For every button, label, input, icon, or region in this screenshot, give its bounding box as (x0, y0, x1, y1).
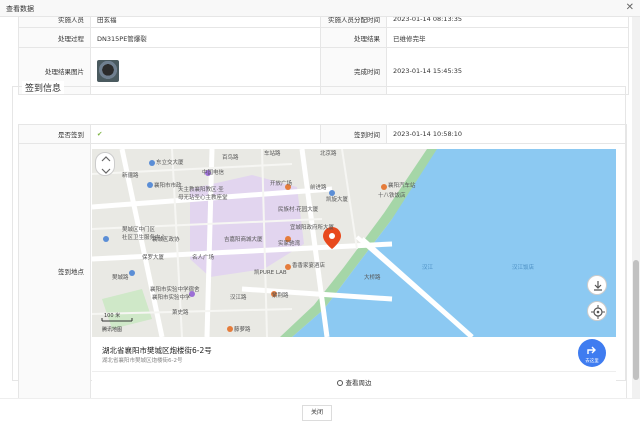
map-label: 中国电信 (202, 168, 225, 176)
map-label: 北京路 (320, 149, 337, 157)
process-value: DN315PE管爆裂 (90, 27, 321, 48)
map-download-button[interactable] (587, 275, 607, 295)
go-here-label: 去这里 (585, 359, 599, 364)
checkin-location-label: 签到地点 (18, 143, 91, 399)
map-label: 宜城阳政府所大厦 (290, 223, 335, 231)
map-label: 实家驰湾 (278, 239, 301, 247)
assign-time-label: 实施人员分配时间 (320, 17, 387, 28)
scrollbar-thumb[interactable] (633, 260, 639, 380)
vertical-scrollbar[interactable] (632, 17, 640, 398)
view-nearby-label: 查看周边 (345, 379, 372, 387)
process-info-table: 实施人员 田玄福 实施人员分配时间 2023-01-14 08:13:35 处理… (18, 17, 629, 95)
implementer-label: 实施人员 (18, 17, 91, 28)
table-row: 是否签到 ✔ 签到时间 2023-01-14 10:58:10 (18, 124, 627, 144)
result-value: 已维修完毕 (386, 27, 629, 48)
map-label: 母无玷圣心主教座堂 (178, 193, 228, 201)
address-title: 湖北省襄阳市樊城区炮楼街6-2号 (102, 346, 212, 355)
map-canvas: 车站路 北京路 中国电信 东立交大厦 襄阳市市政 新疆路 天主教襄阳教区·圣 母… (92, 149, 616, 337)
map-label: 开放广场 (270, 179, 293, 187)
map-label: 十八铁饭店 (378, 191, 406, 199)
dialog-titlebar: 查看数据 ✕ (0, 0, 640, 17)
map-label: 香香家宴酒店 (292, 261, 326, 269)
table-row: 处理过程 DN315PE管爆裂 处理结果 已维修完毕 (18, 27, 629, 48)
map-label: 襄阳市实验中学宿舍 (150, 285, 200, 293)
map-label: 前进路 (310, 183, 327, 191)
go-here-button[interactable]: 去这里 (578, 339, 606, 367)
close-icon[interactable]: ✕ (626, 2, 634, 13)
map-label: 名人广场 (192, 253, 215, 261)
dialog-title: 查看数据 (6, 5, 34, 13)
map-label: 新疆路 (122, 171, 139, 179)
download-icon (594, 281, 602, 291)
map-label: 百鸟路 (222, 153, 239, 161)
checkin-section-title: 签到信息 (22, 81, 65, 94)
map-label: 民族村·花园大厦 (278, 205, 319, 213)
implementer-value: 田玄福 (90, 17, 321, 28)
map-label: 保罗大厦 (142, 253, 165, 261)
map-label: 东立交大厦 (156, 158, 184, 166)
map-label: 天主教襄阳教区·圣 (178, 185, 224, 193)
search-icon (336, 380, 343, 386)
map-label: 樊城路 (112, 273, 129, 281)
checkin-time-label: 签到时间 (320, 124, 387, 144)
close-button[interactable]: 关闭 (302, 405, 332, 421)
map-label: 藤萝路 (234, 325, 251, 333)
map-attribution: 腾讯地图 (102, 326, 122, 333)
map-address-panel: 湖北省襄阳市樊城区炮楼街6-2号 湖北省襄阳市樊城区炮楼街6-2号 去这里 (92, 337, 616, 372)
map-scale-text: 100 米 (104, 312, 120, 319)
map-label: 汉江 (422, 263, 434, 271)
address-subtitle: 湖北省襄阳市樊城区炮楼街6-2号 (102, 358, 183, 364)
map-compass-control[interactable] (95, 152, 115, 176)
map-label: 车站路 (264, 149, 281, 157)
dialog-footer: 关闭 (0, 398, 640, 427)
map-label: 紫荆路 (272, 291, 289, 299)
signed-label: 是否签到 (18, 124, 91, 144)
map-label: 樊城区中门区 (122, 225, 156, 233)
map-label: 吉嘉阳商城大厦 (224, 235, 263, 243)
assign-time-value: 2023-01-14 08:13:35 (386, 17, 629, 28)
result-thumbnail-image[interactable] (97, 60, 119, 82)
map-label: 襄阳汽车站 (388, 181, 416, 189)
view-nearby-link[interactable]: 查看周边 (92, 372, 616, 390)
view-data-dialog: 查看数据 ✕ 实施人员 田玄福 实施人员分配时间 2023-01-14 08:1… (0, 0, 640, 427)
process-label: 处理过程 (18, 27, 91, 48)
map-label: 大桥路 (364, 273, 381, 281)
map-locate-button[interactable] (587, 301, 607, 321)
signed-check-icon: ✔ (90, 124, 321, 144)
locate-icon (591, 305, 605, 319)
map-label: 汉江饭店 (512, 263, 535, 271)
table-row: 实施人员 田玄福 实施人员分配时间 2023-01-14 08:13:35 (18, 17, 629, 28)
map-label: 凯旋大厦 (326, 195, 349, 203)
result-label: 处理结果 (320, 27, 387, 48)
checkin-time-value: 2023-01-14 10:58:10 (386, 124, 627, 144)
map-label: 汉江路 (230, 293, 247, 301)
map-label: 社区卫生服务中心 (122, 233, 167, 241)
map-label: 襄阳市实验中学 (152, 293, 191, 301)
compass-icon (101, 156, 111, 174)
map-label: 萧史路 (172, 308, 189, 316)
map-label: 凯PURE LAB (254, 268, 287, 276)
map-view[interactable]: 车站路 北京路 中国电信 东立交大厦 襄阳市市政 新疆路 天主教襄阳教区·圣 母… (92, 149, 616, 337)
